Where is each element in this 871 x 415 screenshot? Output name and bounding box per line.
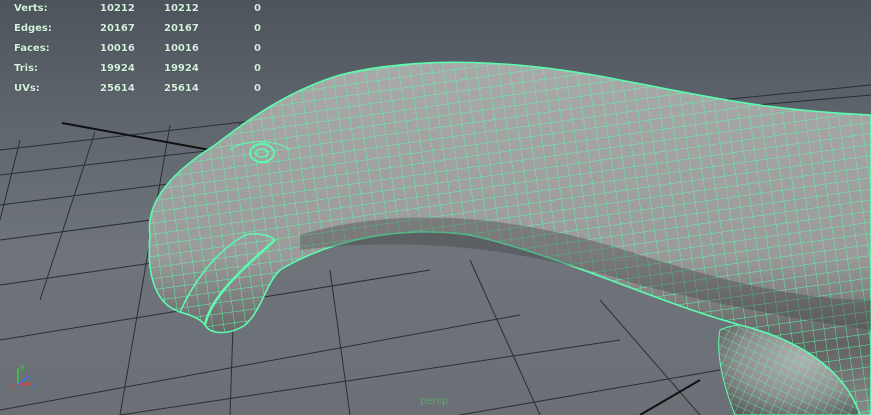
hud-value: 20167 [164,23,199,34]
axis-x-label: x [10,381,15,390]
hud-label: UVs: [14,83,40,94]
axis-z-line [17,375,31,385]
hud-label: Tris: [14,63,39,74]
hud-value: 0 [254,23,261,34]
hud-label: Edges: [14,23,52,34]
hud-value: 10212 [100,3,135,14]
hud-label: Faces: [14,43,50,54]
world-axis-line [61,122,211,151]
hud-label: Verts: [14,3,48,14]
hud-value: 0 [254,3,261,14]
camera-name-label: persp [420,396,449,407]
view-axis-gizmo: y x z [10,362,36,390]
maya-viewport[interactable]: Verts: 10212 10212 0 Edges: 20167 20167 … [0,0,871,415]
hud-value: 10016 [164,43,199,54]
axis-y-label: y [20,362,25,371]
hud-value: 0 [254,63,261,74]
hud-value: 19924 [100,63,135,74]
axis-z-label: z [32,381,36,390]
hud-value: 0 [254,83,261,94]
hud-value: 10212 [164,3,199,14]
hud-value: 25614 [100,83,135,94]
hud-value: 10016 [100,43,135,54]
hud-value: 0 [254,43,261,54]
hud-value: 25614 [164,83,199,94]
hud-value: 19924 [164,63,199,74]
hud-value: 20167 [100,23,135,34]
